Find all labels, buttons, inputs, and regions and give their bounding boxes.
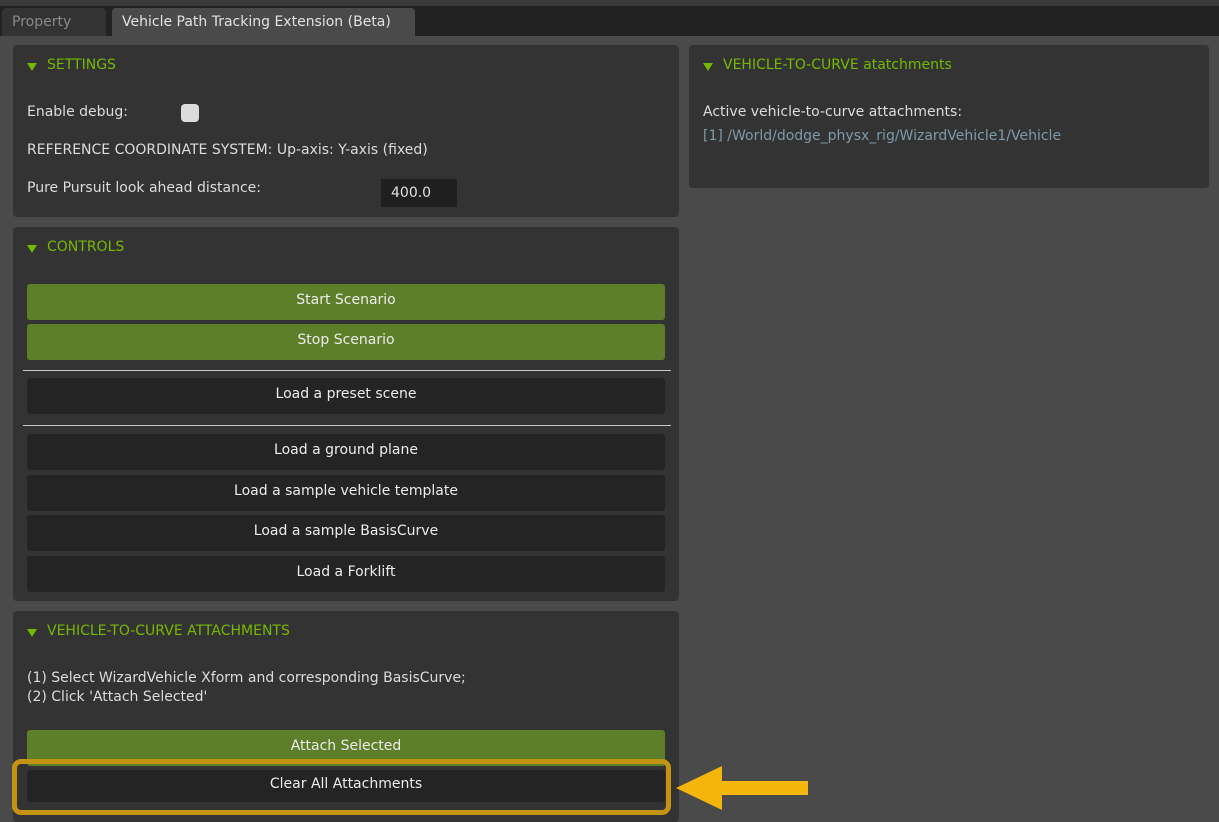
load-preset-scene-button[interactable]: Load a preset scene xyxy=(27,378,665,414)
enable-debug-checkbox[interactable] xyxy=(181,104,199,122)
attachment-item[interactable]: [1] /World/dodge_physx_rig/WizardVehicle… xyxy=(703,128,1061,144)
tab-property[interactable]: Property xyxy=(2,8,106,36)
divider xyxy=(23,425,671,426)
load-forklift-button[interactable]: Load a Forklift xyxy=(27,556,665,592)
stop-scenario-button[interactable]: Stop Scenario xyxy=(27,324,665,360)
settings-header[interactable]: SETTINGS xyxy=(27,57,116,73)
instruction-step-1: (1) Select WizardVehicle Xform and corre… xyxy=(27,670,466,686)
tab-bar: Property Vehicle Path Tracking Extension… xyxy=(0,6,1219,36)
attachments-title: VEHICLE-TO-CURVE ATTACHMENTS xyxy=(47,623,290,639)
active-attachments-label: Active vehicle-to-curve attachments: xyxy=(703,104,963,120)
controls-header[interactable]: CONTROLS xyxy=(27,239,124,255)
instruction-step-2: (2) Click 'Attach Selected' xyxy=(27,689,208,705)
settings-panel: SETTINGS Enable debug: REFERENCE COORDIN… xyxy=(13,45,679,217)
tab-vehicle-path-tracking[interactable]: Vehicle Path Tracking Extension (Beta) xyxy=(112,8,415,36)
controls-panel: CONTROLS Start Scenario Stop Scenario Lo… xyxy=(13,227,679,601)
attachments-list-title: VEHICLE-TO-CURVE atatchments xyxy=(723,57,952,73)
load-ground-plane-button[interactable]: Load a ground plane xyxy=(27,434,665,470)
collapse-triangle-icon xyxy=(27,63,37,71)
settings-title: SETTINGS xyxy=(47,57,116,73)
lookahead-label: Pure Pursuit look ahead distance: xyxy=(27,180,262,196)
attachments-list-panel: VEHICLE-TO-CURVE atatchments Active vehi… xyxy=(689,45,1209,188)
pointer-arrow-icon xyxy=(676,766,808,810)
load-vehicle-template-button[interactable]: Load a sample vehicle template xyxy=(27,475,665,511)
enable-debug-label: Enable debug: xyxy=(27,104,129,120)
attachments-list-header[interactable]: VEHICLE-TO-CURVE atatchments xyxy=(703,57,952,73)
highlight-box xyxy=(12,759,671,815)
lookahead-distance-input[interactable] xyxy=(381,179,457,207)
controls-title: CONTROLS xyxy=(47,239,125,255)
attachments-header[interactable]: VEHICLE-TO-CURVE ATTACHMENTS xyxy=(27,623,290,639)
start-scenario-button[interactable]: Start Scenario xyxy=(27,284,665,320)
load-basiscurve-button[interactable]: Load a sample BasisCurve xyxy=(27,515,665,551)
reference-coordinate-text: REFERENCE COORDINATE SYSTEM: Up-axis: Y-… xyxy=(27,142,428,158)
collapse-triangle-icon xyxy=(703,63,713,71)
collapse-triangle-icon xyxy=(27,245,37,253)
collapse-triangle-icon xyxy=(27,629,37,637)
divider xyxy=(23,370,671,371)
